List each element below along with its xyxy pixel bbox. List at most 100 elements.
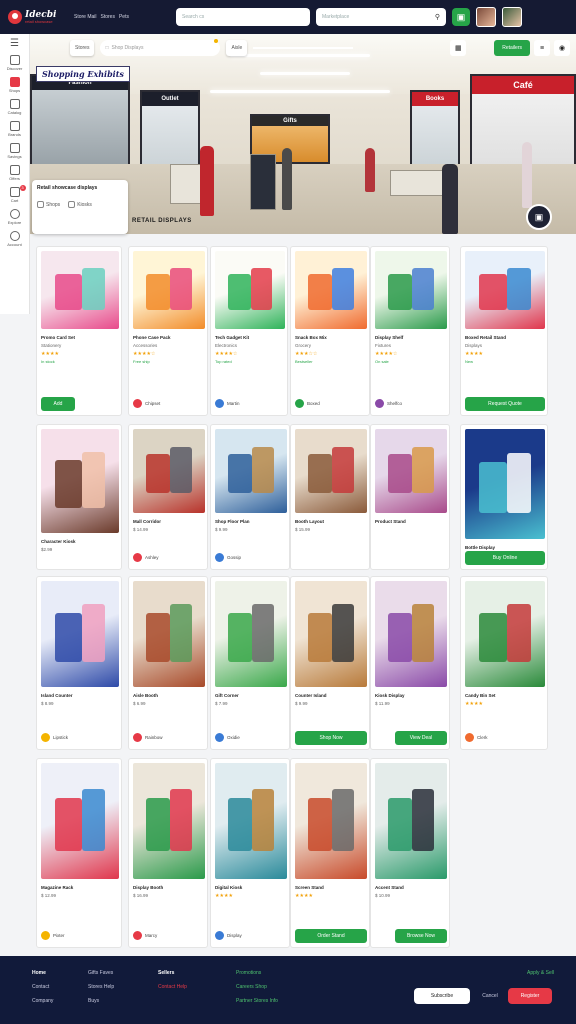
product-image[interactable] — [375, 763, 447, 879]
product-card[interactable]: Shop Floor Plan $ 9.99 Gossip — [210, 424, 290, 570]
product-card[interactable]: Tech Gadget Kit Electronics ★★★★☆ Top rated… — [210, 246, 288, 416]
sidebar-item-shops[interactable]: Shops — [2, 77, 28, 93]
seller-tag[interactable]: Gossip — [215, 553, 241, 562]
subscribe-button[interactable]: Subscribe — [414, 988, 470, 1004]
sidebar-item-savings[interactable]: Savings — [2, 143, 28, 159]
marketplace-search-input[interactable]: Marketplace ⚲ — [316, 8, 446, 26]
sidebar-item-brands[interactable]: Brands — [2, 121, 28, 137]
seller-tag[interactable]: Clerk — [465, 733, 488, 742]
product-card[interactable]: Mall Corridor $ 14.99 Ashley — [128, 424, 208, 570]
footer-link[interactable]: Partner Stores Info — [236, 998, 278, 1004]
product-card[interactable]: Island Counter $ 8.99 Lipstick — [36, 576, 122, 750]
top-search-input[interactable]: Search cs — [176, 8, 310, 26]
product-card[interactable]: Display Shelf Fixtures ★★★★☆ On sale Shelfco — [370, 246, 450, 416]
avatar[interactable] — [476, 7, 496, 27]
logo[interactable]: Idecbi retail showcase — [8, 10, 68, 24]
product-card[interactable]: Kiosk Display $ 11.99 View Deal — [370, 576, 450, 750]
product-card[interactable]: Snack Box Mix Grocery ★★★☆☆ Bestseller Boxed — [290, 246, 370, 416]
product-card[interactable]: Product Stand — [370, 424, 450, 570]
footer-apply-link[interactable]: Apply & Sell — [527, 970, 554, 976]
seller-tag[interactable]: Pixter — [41, 931, 65, 940]
sidebar-item-discover[interactable]: Discover — [2, 55, 28, 71]
product-card[interactable]: Display Booth $ 16.99 Marcy — [128, 758, 208, 948]
footer-link[interactable]: Promotions — [236, 970, 278, 976]
search-icon[interactable]: ⚲ — [435, 13, 440, 21]
footer-link[interactable]: Buys — [88, 998, 114, 1004]
camera-button[interactable]: ◉ — [554, 40, 570, 56]
product-card[interactable]: Counter Island $ 9.99 Shop Now — [290, 576, 370, 750]
product-card[interactable]: Screen Stand ★★★★ Order Stand — [290, 758, 370, 948]
footer-link[interactable]: Contact — [32, 984, 53, 990]
product-image[interactable] — [133, 251, 205, 329]
product-image[interactable] — [465, 429, 545, 539]
footer-link[interactable]: Stores Help — [88, 984, 114, 990]
tab-stores[interactable]: Stores — [70, 40, 95, 56]
product-action-button[interactable]: Shop Now — [295, 731, 367, 745]
footer-link[interactable]: Gifts Faves — [88, 970, 114, 976]
product-card[interactable]: Gift Corner $ 7.99 Oxidie — [210, 576, 290, 750]
product-action-button[interactable]: Browse Now — [395, 929, 447, 943]
seller-tag[interactable]: Ashley — [133, 553, 159, 562]
nav-link-stores[interactable]: Stores — [101, 14, 115, 20]
avatar-secondary[interactable] — [502, 7, 522, 27]
sidebar-item-catalog[interactable]: Catalog — [2, 99, 28, 115]
footer-link[interactable]: Company — [32, 998, 53, 1004]
footer-link[interactable]: Careers Shop — [236, 984, 278, 990]
product-image[interactable] — [41, 581, 119, 687]
product-card[interactable]: Boxed Retail Stand Displays ★★★★ New Request… — [460, 246, 548, 416]
sidebar-item-explore[interactable]: Explore — [2, 209, 28, 225]
footer-link[interactable]: Contact Help — [158, 984, 187, 990]
product-image[interactable] — [295, 251, 367, 329]
footer-link[interactable]: Sellers — [158, 970, 187, 976]
tab-aisle[interactable]: Aisle — [226, 40, 248, 56]
product-image[interactable] — [215, 251, 285, 329]
grid-view-button[interactable]: ▦ — [450, 40, 467, 56]
product-card[interactable]: Character Kiosk $2.99 — [36, 424, 122, 570]
product-image[interactable] — [133, 763, 205, 879]
nav-link-store-mail[interactable]: Store Mail — [74, 14, 97, 20]
product-image[interactable] — [375, 251, 447, 329]
product-card[interactable]: Digital Kiosk ★★★★ Display — [210, 758, 290, 948]
sidebar-item-offers[interactable]: Offers — [2, 165, 28, 181]
product-card[interactable]: Phone Case Pack Accessories ★★★★☆ Free ship… — [128, 246, 208, 416]
product-card[interactable]: Accent Stand $ 10.99 Browse Now — [370, 758, 450, 948]
seller-tag[interactable]: Rainbow — [133, 733, 163, 742]
retailers-button[interactable]: Retailers — [494, 40, 530, 56]
seller-tag[interactable]: Display — [215, 931, 242, 940]
product-image[interactable] — [215, 763, 287, 879]
product-image[interactable] — [41, 251, 119, 329]
product-action-button[interactable]: Buy Online — [465, 551, 545, 565]
seller-tag[interactable]: Oxidie — [215, 733, 240, 742]
register-button[interactable]: Register — [508, 988, 552, 1004]
footer-link[interactable]: Home — [32, 970, 53, 976]
product-image[interactable] — [295, 763, 367, 879]
product-image[interactable] — [465, 581, 545, 687]
sidebar-item-cart[interactable]: 3 Cart — [2, 185, 28, 203]
product-image[interactable] — [133, 429, 205, 513]
chip-kiosks[interactable]: Kiosks — [68, 201, 92, 208]
product-card[interactable]: Candy Bin Set ★★★★ Clerk — [460, 576, 548, 750]
product-image[interactable] — [215, 429, 287, 513]
product-card[interactable]: Aisle Booth $ 6.99 Rainbow — [128, 576, 208, 750]
sidebar-menu-button[interactable]: ☰ — [2, 38, 28, 49]
product-image[interactable] — [133, 581, 205, 687]
product-image[interactable] — [41, 763, 119, 879]
product-image[interactable] — [375, 581, 447, 687]
product-action-button[interactable]: Order Stand — [295, 929, 367, 943]
seller-tag[interactable]: Martin — [215, 399, 240, 408]
product-image[interactable] — [215, 581, 287, 687]
product-action-button[interactable]: Add — [41, 397, 75, 411]
hero-search-input[interactable]: □ Shop Displays — [100, 39, 221, 56]
seller-tag[interactable]: Shelfco — [375, 399, 402, 408]
seller-tag[interactable]: Marcy — [133, 931, 157, 940]
sidebar-item-account[interactable]: Account — [2, 231, 28, 247]
filter-button[interactable]: ≡ — [534, 40, 550, 56]
product-card[interactable]: Promo Card Set Stationery ★★★★ In stock Add — [36, 246, 122, 416]
nav-link-pets[interactable]: Pets — [119, 14, 129, 20]
cart-button[interactable]: ▣ — [452, 8, 470, 26]
product-card[interactable]: Bottle Display$ 10.99Buy Online — [460, 424, 548, 570]
product-image[interactable] — [375, 429, 447, 513]
seller-tag[interactable]: Chipset — [133, 399, 160, 408]
product-card[interactable]: Magazine Rack $ 12.99 Pixter — [36, 758, 122, 948]
product-image[interactable] — [295, 429, 367, 513]
